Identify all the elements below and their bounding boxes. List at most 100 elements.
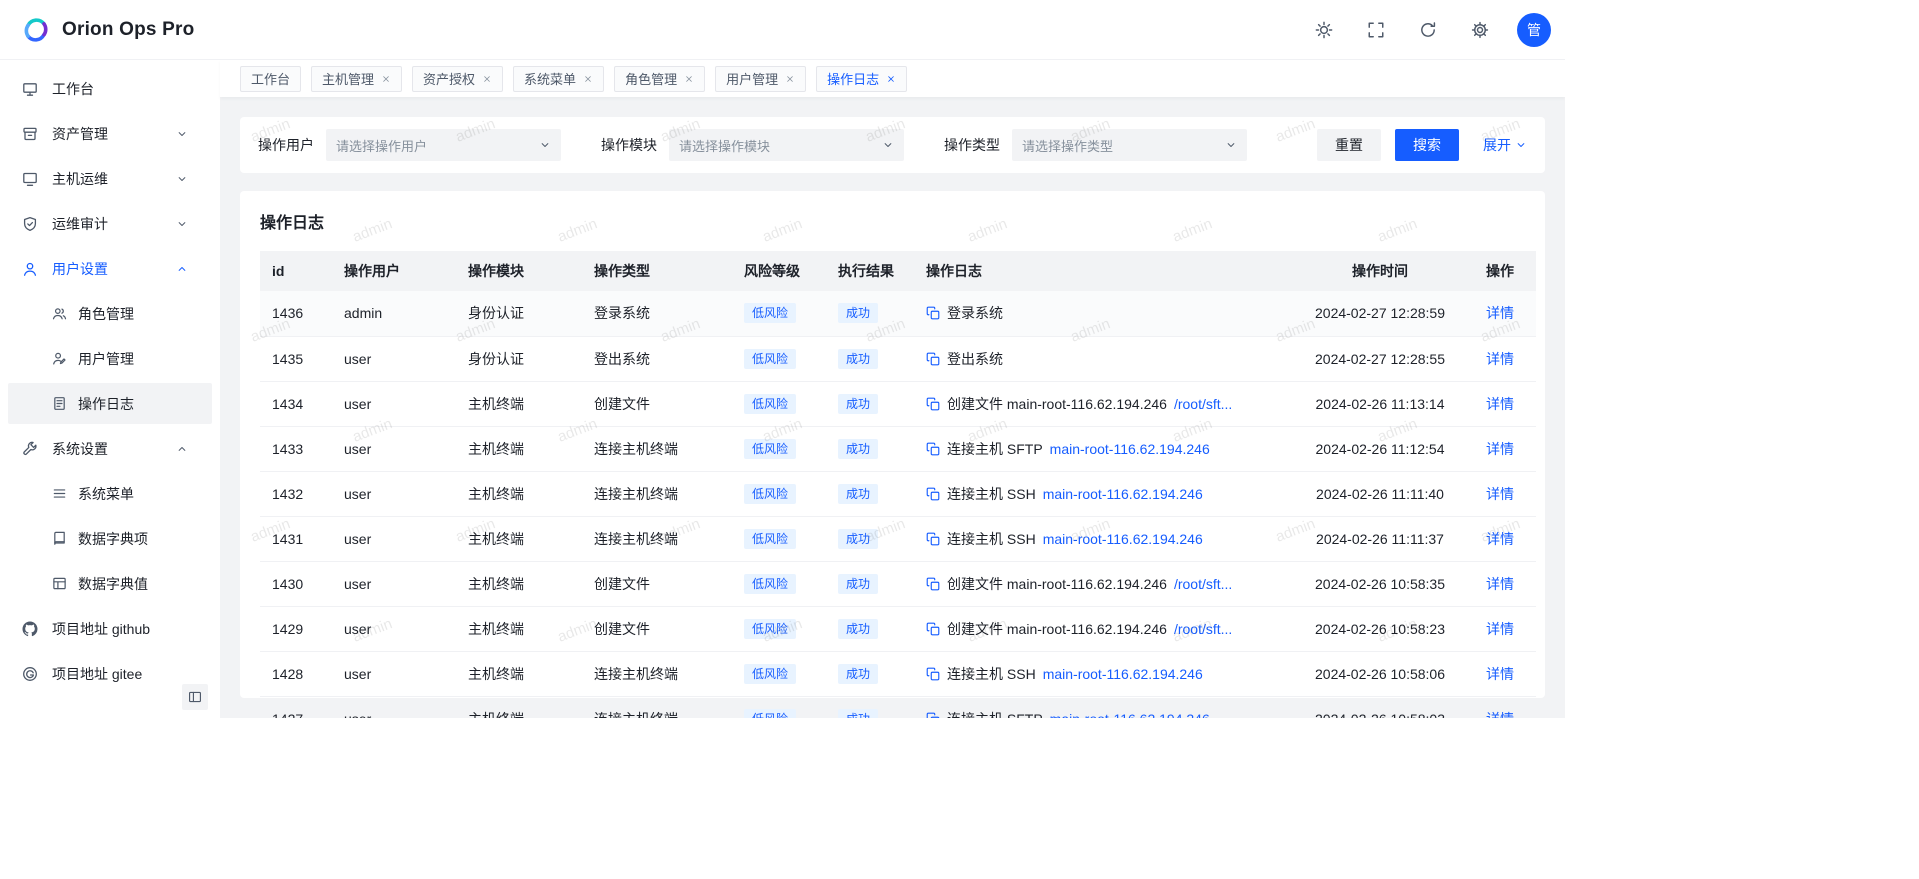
tab[interactable]: 资产授权: [412, 66, 503, 92]
cell-time: 2024-02-26 10:58:35: [1286, 561, 1474, 606]
sidebar-subitem-label: 操作日志: [78, 394, 202, 414]
sidebar-item-label: 用户设置: [52, 259, 176, 279]
sidebar-item[interactable]: 用户设置: [8, 248, 212, 289]
sidebar-item[interactable]: 项目地址 github: [8, 608, 212, 649]
detail-link[interactable]: 详情: [1486, 396, 1514, 412]
copy-icon[interactable]: [926, 352, 940, 366]
close-icon[interactable]: [886, 74, 896, 84]
sidebar-subitem[interactable]: 系统菜单: [8, 473, 212, 514]
log-link[interactable]: /root/sft...: [1174, 621, 1232, 637]
sidebar-item[interactable]: 运维审计: [8, 203, 212, 244]
filter-select[interactable]: 请选择操作类型: [1012, 129, 1247, 161]
settings-icon[interactable]: [1471, 21, 1489, 39]
copy-icon[interactable]: [926, 667, 940, 681]
sidebar-subitem[interactable]: 操作日志: [8, 383, 212, 424]
brand[interactable]: Orion Ops Pro: [20, 14, 194, 46]
sidebar-subitem[interactable]: 角色管理: [8, 293, 212, 334]
cell-type: 连接主机终端: [582, 696, 732, 718]
tab[interactable]: 用户管理: [715, 66, 806, 92]
filter-select[interactable]: 请选择操作用户: [326, 129, 561, 161]
detail-link[interactable]: 详情: [1486, 621, 1514, 637]
cell-action: 详情: [1474, 651, 1536, 696]
fullscreen-icon[interactable]: [1367, 21, 1385, 39]
copy-icon[interactable]: [926, 442, 940, 456]
detail-link[interactable]: 详情: [1486, 531, 1514, 547]
tab[interactable]: 工作台: [240, 66, 301, 92]
cell-type: 创建文件: [582, 561, 732, 606]
detail-link[interactable]: 详情: [1486, 576, 1514, 592]
log-text: 连接主机 SSH: [947, 664, 1036, 684]
table-row: 1429user主机终端创建文件低风险成功创建文件 main-root-116.…: [260, 606, 1536, 651]
app-window: Orion Ops Pro 管 工作台资产管理主机运维运维审计用户设置角色管理用…: [0, 0, 1565, 718]
log-content: 连接主机 SSH main-root-116.62.194.246: [926, 664, 1274, 684]
detail-link[interactable]: 详情: [1486, 441, 1514, 457]
copy-icon[interactable]: [926, 487, 940, 501]
copy-icon[interactable]: [926, 397, 940, 411]
log-link[interactable]: /root/sft...: [1174, 576, 1232, 592]
copy-icon[interactable]: [926, 306, 940, 320]
dict-icon: [52, 531, 67, 546]
sidebar-item[interactable]: 资产管理: [8, 113, 212, 154]
log-link[interactable]: /root/sft...: [1174, 396, 1232, 412]
sidebar-item[interactable]: 系统设置: [8, 428, 212, 469]
close-icon[interactable]: [785, 74, 795, 84]
cell-result: 成功: [826, 381, 914, 426]
copy-icon[interactable]: [926, 622, 940, 636]
cell-type: 连接主机终端: [582, 651, 732, 696]
log-link[interactable]: main-root-116.62.194.246: [1043, 531, 1203, 547]
detail-link[interactable]: 详情: [1486, 351, 1514, 367]
sidebar-subitem[interactable]: 数据字典值: [8, 563, 212, 604]
expand-toggle[interactable]: 展开: [1483, 135, 1527, 155]
detail-link[interactable]: 详情: [1486, 666, 1514, 682]
sidebar-subitem[interactable]: 数据字典项: [8, 518, 212, 559]
tab[interactable]: 角色管理: [614, 66, 705, 92]
reset-button[interactable]: 重置: [1317, 129, 1381, 161]
tab[interactable]: 操作日志: [816, 66, 907, 92]
cell-log: 登出系统: [914, 336, 1286, 381]
copy-icon[interactable]: [926, 712, 940, 719]
sidebar-item[interactable]: 工作台: [8, 68, 212, 109]
log-link[interactable]: main-root-116.62.194.246: [1050, 711, 1210, 719]
theme-icon[interactable]: [1315, 21, 1333, 39]
cell-time: 2024-02-26 11:13:14: [1286, 381, 1474, 426]
log-link[interactable]: main-root-116.62.194.246: [1043, 486, 1203, 502]
refresh-icon[interactable]: [1419, 21, 1437, 39]
table-row: 1428user主机终端连接主机终端低风险成功连接主机 SSHmain-root…: [260, 651, 1536, 696]
close-icon[interactable]: [684, 74, 694, 84]
cell-risk: 低风险: [732, 561, 826, 606]
cell-result: 成功: [826, 471, 914, 516]
cell-type: 创建文件: [582, 381, 732, 426]
result-badge: 成功: [838, 709, 878, 719]
sidebar-collapse-button[interactable]: [182, 684, 208, 710]
detail-link[interactable]: 详情: [1486, 486, 1514, 502]
log-link[interactable]: main-root-116.62.194.246: [1043, 666, 1203, 682]
risk-badge: 低风险: [744, 484, 796, 504]
detail-link[interactable]: 详情: [1486, 305, 1514, 321]
cell-risk: 低风险: [732, 606, 826, 651]
sidebar-item-label: 项目地址 github: [52, 619, 202, 639]
copy-icon[interactable]: [926, 532, 940, 546]
sidebar-item[interactable]: 主机运维: [8, 158, 212, 199]
cell-action: 详情: [1474, 696, 1536, 718]
close-icon[interactable]: [583, 74, 593, 84]
user-icon: [22, 261, 38, 277]
risk-badge: 低风险: [744, 709, 796, 719]
cell-risk: 低风险: [732, 696, 826, 718]
close-icon[interactable]: [482, 74, 492, 84]
tab-bar: 工作台主机管理资产授权系统菜单角色管理用户管理操作日志: [220, 60, 1565, 97]
user-avatar[interactable]: 管: [1517, 13, 1551, 47]
close-icon[interactable]: [381, 74, 391, 84]
cell-log: 创建文件 main-root-116.62.194.246/root/sft..…: [914, 606, 1286, 651]
copy-icon[interactable]: [926, 577, 940, 591]
search-button[interactable]: 搜索: [1395, 129, 1459, 161]
log-link[interactable]: main-root-116.62.194.246: [1050, 441, 1210, 457]
table-row: 1435user身份认证登出系统低风险成功登出系统2024-02-27 12:2…: [260, 336, 1536, 381]
tab[interactable]: 主机管理: [311, 66, 402, 92]
log-content: 登录系统: [926, 303, 1274, 323]
filter-select[interactable]: 请选择操作模块: [669, 129, 904, 161]
cell-action: 详情: [1474, 426, 1536, 471]
tab[interactable]: 系统菜单: [513, 66, 604, 92]
sidebar-subitem[interactable]: 用户管理: [8, 338, 212, 379]
main-layout: 工作台资产管理主机运维运维审计用户设置角色管理用户管理操作日志系统设置系统菜单数…: [0, 60, 1565, 718]
detail-link[interactable]: 详情: [1486, 711, 1514, 719]
